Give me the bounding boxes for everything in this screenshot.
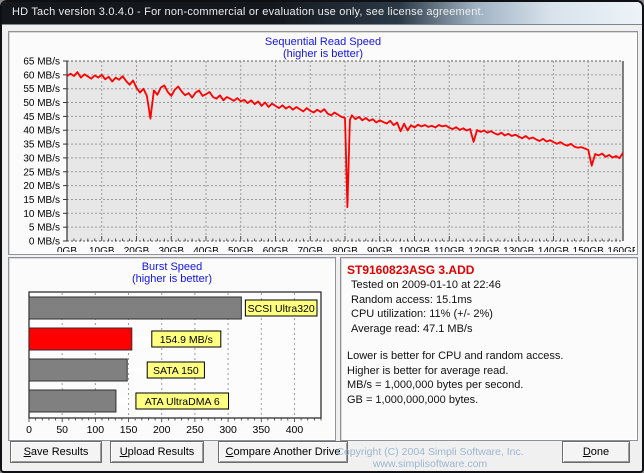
svg-text:SATA 150: SATA 150 [153,365,199,377]
svg-text:50GB: 50GB [228,246,254,252]
svg-text:45 MB/s: 45 MB/s [23,112,60,123]
burst-bar [28,296,242,320]
burst-bar [28,327,133,351]
burst-chart-subtitle: (higher is better) [131,273,213,285]
svg-text:5 MB/s: 5 MB/s [29,223,60,234]
drive-name: ST9160823ASG 3.ADD [347,263,475,277]
svg-text:60 MB/s: 60 MB/s [23,70,60,81]
results-info-panel: ST9160823ASG 3.ADD Tested on 2009-01-10 … [340,257,638,441]
svg-text:40GB: 40GB [193,246,219,252]
svg-text:60GB: 60GB [263,246,289,252]
done-button[interactable]: Done [562,441,630,463]
svg-text:0GB: 0GB [57,246,77,252]
svg-text:30GB: 30GB [158,246,184,252]
title-bar[interactable]: HD Tach version 3.0.4.0 - For non-commer… [2,2,642,25]
svg-text:160GB: 160GB [607,246,635,252]
notes-block: Lower is better for CPU and random acces… [341,349,637,407]
svg-text:70GB: 70GB [297,246,323,252]
window-title: HD Tach version 3.0.4.0 - For non-commer… [12,6,485,18]
svg-text:140GB: 140GB [538,246,569,252]
hd-tach-window: HD Tach version 3.0.4.0 - For non-commer… [0,0,644,473]
window-content: Sequential Read Speed (higher is better)… [2,25,642,471]
svg-text:25 MB/s: 25 MB/s [23,167,60,178]
tested-on-line: Tested on 2009-01-10 at 22:46 [351,279,501,291]
sequential-read-chart: 65 MB/s 60 MB/s 55 MB/s 50 MB/s 45 MB/s 40 MB… [23,57,635,253]
burst-bar [28,389,117,413]
svg-text:20 MB/s: 20 MB/s [23,181,60,192]
burst-speed-chart: SCSI Ultra320 154.9 MB/s SATA 150 ATA Ultra… [26,291,322,436]
average-read-line: Average read: 47.1 MB/s [351,322,473,335]
burst-bar [28,358,128,382]
save-results-button[interactable]: Save Results [10,441,102,463]
svg-text:50 MB/s: 50 MB/s [23,98,60,109]
svg-text:90GB: 90GB [367,246,393,252]
svg-text:200: 200 [153,424,171,436]
svg-text:100: 100 [87,424,105,436]
random-access-line: Random access: 15.1ms [351,293,473,306]
burst-speed-panel: Burst Speed (higher is better) SCSI Ultr… [8,257,336,441]
svg-text:10 MB/s: 10 MB/s [23,209,60,220]
svg-text:150: 150 [120,424,138,436]
svg-text:100GB: 100GB [399,246,430,252]
cpu-utilization-line: CPU utilization: 11% (+/- 2%) [351,308,493,320]
svg-text:150GB: 150GB [573,246,604,252]
svg-text:10GB: 10GB [89,246,115,252]
svg-text:SCSI Ultra320: SCSI Ultra320 [248,303,315,315]
svg-text:0: 0 [26,424,32,436]
svg-text:154.9 MB/s: 154.9 MB/s [160,334,213,346]
svg-text:30 MB/s: 30 MB/s [23,153,60,164]
sequential-read-panel: Sequential Read Speed (higher is better)… [8,31,638,255]
svg-text:250: 250 [186,424,204,436]
upload-results-button[interactable]: Upload Results [110,441,204,463]
svg-text:130GB: 130GB [503,246,534,252]
svg-text:35 MB/s: 35 MB/s [23,140,60,151]
note-line: MB/s = 1,000,000 bytes per second. [347,379,524,391]
burst-chart-title: Burst Speed [141,261,203,273]
svg-text:400: 400 [286,424,304,436]
note-line: GB = 1,000,000,000 bytes. [347,393,479,406]
svg-text:20GB: 20GB [124,246,150,252]
svg-text:80GB: 80GB [332,246,358,252]
note-line: Higher is better for average read. [347,364,509,377]
svg-text:110GB: 110GB [434,246,465,252]
svg-text:40 MB/s: 40 MB/s [23,126,60,137]
svg-text:300: 300 [219,424,237,436]
svg-text:50: 50 [56,424,68,436]
note-line: Lower is better for CPU and random acces… [347,350,564,362]
copyright-text: Copyright (C) 2004 Simpli Software, Inc.… [336,446,524,470]
svg-text:65 MB/s: 65 MB/s [23,57,60,68]
svg-text:0 MB/s: 0 MB/s [29,237,60,248]
svg-text:350: 350 [253,424,271,436]
svg-text:15 MB/s: 15 MB/s [23,195,60,206]
svg-text:120GB: 120GB [468,246,499,252]
svg-text:55 MB/s: 55 MB/s [23,84,60,95]
svg-text:ATA UltraDMA 6: ATA UltraDMA 6 [145,396,220,408]
